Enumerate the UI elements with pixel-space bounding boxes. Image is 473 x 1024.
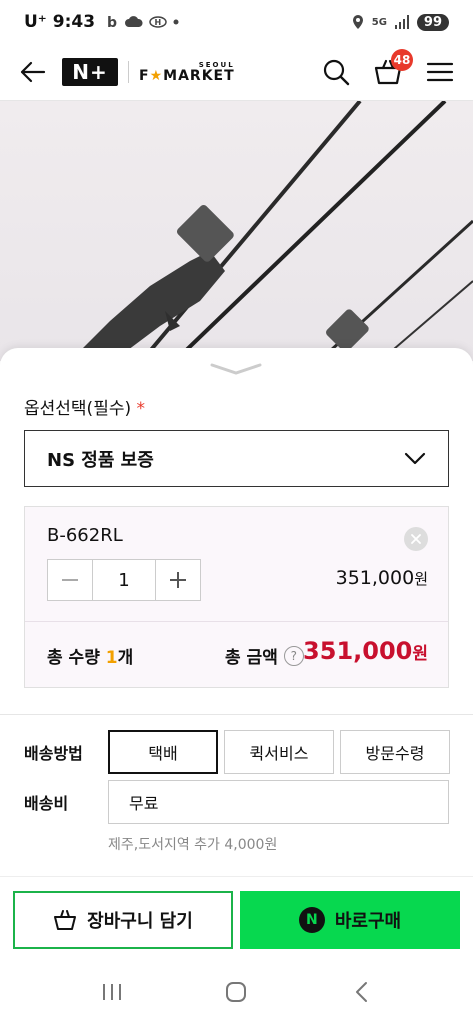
chevron-down-icon xyxy=(210,363,262,375)
section-divider xyxy=(0,714,473,715)
shipping-fee-value: 무료 xyxy=(108,780,449,824)
item-divider xyxy=(25,621,448,622)
logo-divider xyxy=(128,61,129,83)
option-select-label: 옵션선택(필수) * xyxy=(24,394,145,419)
battery-indicator: 99 xyxy=(416,13,449,31)
required-mark: * xyxy=(136,399,146,419)
signal-icon xyxy=(394,15,409,29)
item-price: 351,000원 xyxy=(336,567,428,589)
status-right: 5G 99 xyxy=(352,13,449,31)
shipping-option-quick[interactable]: 퀵서비스 xyxy=(224,730,334,774)
back-button[interactable] xyxy=(18,57,48,87)
quantity-value[interactable]: 1 xyxy=(93,560,155,600)
chevron-left-icon xyxy=(355,982,367,1002)
buy-now-label: 바로구매 xyxy=(334,911,402,932)
basket-icon xyxy=(54,910,77,930)
home-button[interactable] xyxy=(216,972,256,1012)
naverpay-n-icon: N xyxy=(298,907,325,933)
item-price-unit: 원 xyxy=(414,570,428,588)
svg-text:H: H xyxy=(155,18,162,27)
fishing-rod-image xyxy=(70,101,473,361)
shipping-method-label: 배송방법 xyxy=(24,744,83,763)
cart-count-badge: 48 xyxy=(391,49,413,71)
cart-button[interactable]: 48 xyxy=(373,49,413,87)
recent-apps-button[interactable] xyxy=(92,972,132,1012)
carrier-label: U⁺ xyxy=(24,12,47,32)
hyundai-icon: H xyxy=(149,16,167,28)
location-icon xyxy=(352,15,363,29)
item-price-value: 351,000 xyxy=(335,567,415,589)
minus-icon xyxy=(62,579,78,581)
total-amount-label-text: 총 금액 xyxy=(225,648,278,668)
system-nav-bar xyxy=(0,960,473,1024)
recent-apps-icon xyxy=(103,984,122,1000)
help-icon[interactable]: ? xyxy=(283,645,304,666)
notification-icons: b H xyxy=(105,14,179,30)
logo-star: ★ xyxy=(149,67,164,84)
system-back-button[interactable] xyxy=(341,972,381,1012)
product-image[interactable] xyxy=(0,101,473,361)
quantity-stepper: 1 xyxy=(47,559,201,601)
shipping-method-options: 택배 퀵서비스 방문수령 xyxy=(108,730,450,774)
plus-icon xyxy=(170,572,186,588)
svg-text:b: b xyxy=(107,15,117,30)
header-actions: 48 xyxy=(321,49,455,87)
shipping-option-parcel[interactable]: 택배 xyxy=(108,730,218,774)
arrow-left-icon xyxy=(20,61,46,83)
cloud-icon xyxy=(125,16,143,27)
shipping-fee-label: 배송비 xyxy=(24,794,69,813)
logo-market: MARKET xyxy=(163,67,235,84)
increase-quantity-button[interactable] xyxy=(155,560,200,600)
network-label: 5G xyxy=(371,16,387,28)
sheet-collapse-handle[interactable] xyxy=(208,360,264,378)
item-name: B-662RL xyxy=(47,525,123,546)
purchase-action-bar: 장바구니 담기 N 바로구매 xyxy=(0,876,473,958)
clock: 9:43 xyxy=(52,12,96,32)
add-to-cart-label: 장바구니 담기 xyxy=(87,911,193,932)
app-header: N+ SEOUL F★MARKET 48 xyxy=(0,44,473,101)
option-label-text: 옵션선택(필수) xyxy=(24,399,132,419)
status-bar: U⁺ 9:43 b H 5G 99 xyxy=(0,0,473,44)
dot-icon xyxy=(173,19,179,25)
total-amount-unit: 원 xyxy=(412,644,428,664)
menu-button[interactable] xyxy=(425,57,455,87)
option-dropdown[interactable]: NS 정품 보증 xyxy=(24,430,449,487)
search-button[interactable] xyxy=(321,57,351,87)
option-sheet: 옵션선택(필수) * NS 정품 보증 B-662RL 1 351,000원 총… xyxy=(0,348,473,888)
fmarket-logo[interactable]: SEOUL F★MARKET xyxy=(139,61,235,83)
remove-item-button[interactable] xyxy=(404,527,428,551)
total-qty-unit: 개 xyxy=(117,648,134,668)
hamburger-menu-icon xyxy=(426,62,454,82)
search-icon xyxy=(323,59,350,86)
logo-f: F xyxy=(139,67,150,84)
total-qty-label: 총 수량 xyxy=(47,648,106,668)
nplus-logo[interactable]: N+ xyxy=(62,58,118,86)
decrease-quantity-button[interactable] xyxy=(48,560,93,600)
home-icon xyxy=(226,982,247,1002)
total-amount-label: 총 금액 ? xyxy=(225,643,304,668)
close-icon xyxy=(411,534,421,544)
shipping-fee-note: 제주,도서지역 추가 4,000원 xyxy=(108,837,278,853)
total-quantity: 총 수량 1개 xyxy=(47,643,133,668)
total-qty-value: 1 xyxy=(105,648,118,668)
total-amount-value: 351,000 xyxy=(303,637,413,665)
buy-now-button[interactable]: N 바로구매 xyxy=(240,891,460,949)
option-selected-value: NS 정품 보증 xyxy=(47,449,154,471)
chevron-down-icon xyxy=(404,452,426,464)
selected-item-box: B-662RL 1 351,000원 총 수량 1개 총 금액 ? 351,00… xyxy=(24,506,449,688)
total-amount: 351,000원 xyxy=(303,637,428,665)
app-b-icon: b xyxy=(107,15,117,30)
shipping-option-pickup[interactable]: 방문수령 xyxy=(340,730,450,774)
add-to-cart-button[interactable]: 장바구니 담기 xyxy=(13,891,233,949)
logo-fmarket-text: F★MARKET xyxy=(139,69,235,83)
